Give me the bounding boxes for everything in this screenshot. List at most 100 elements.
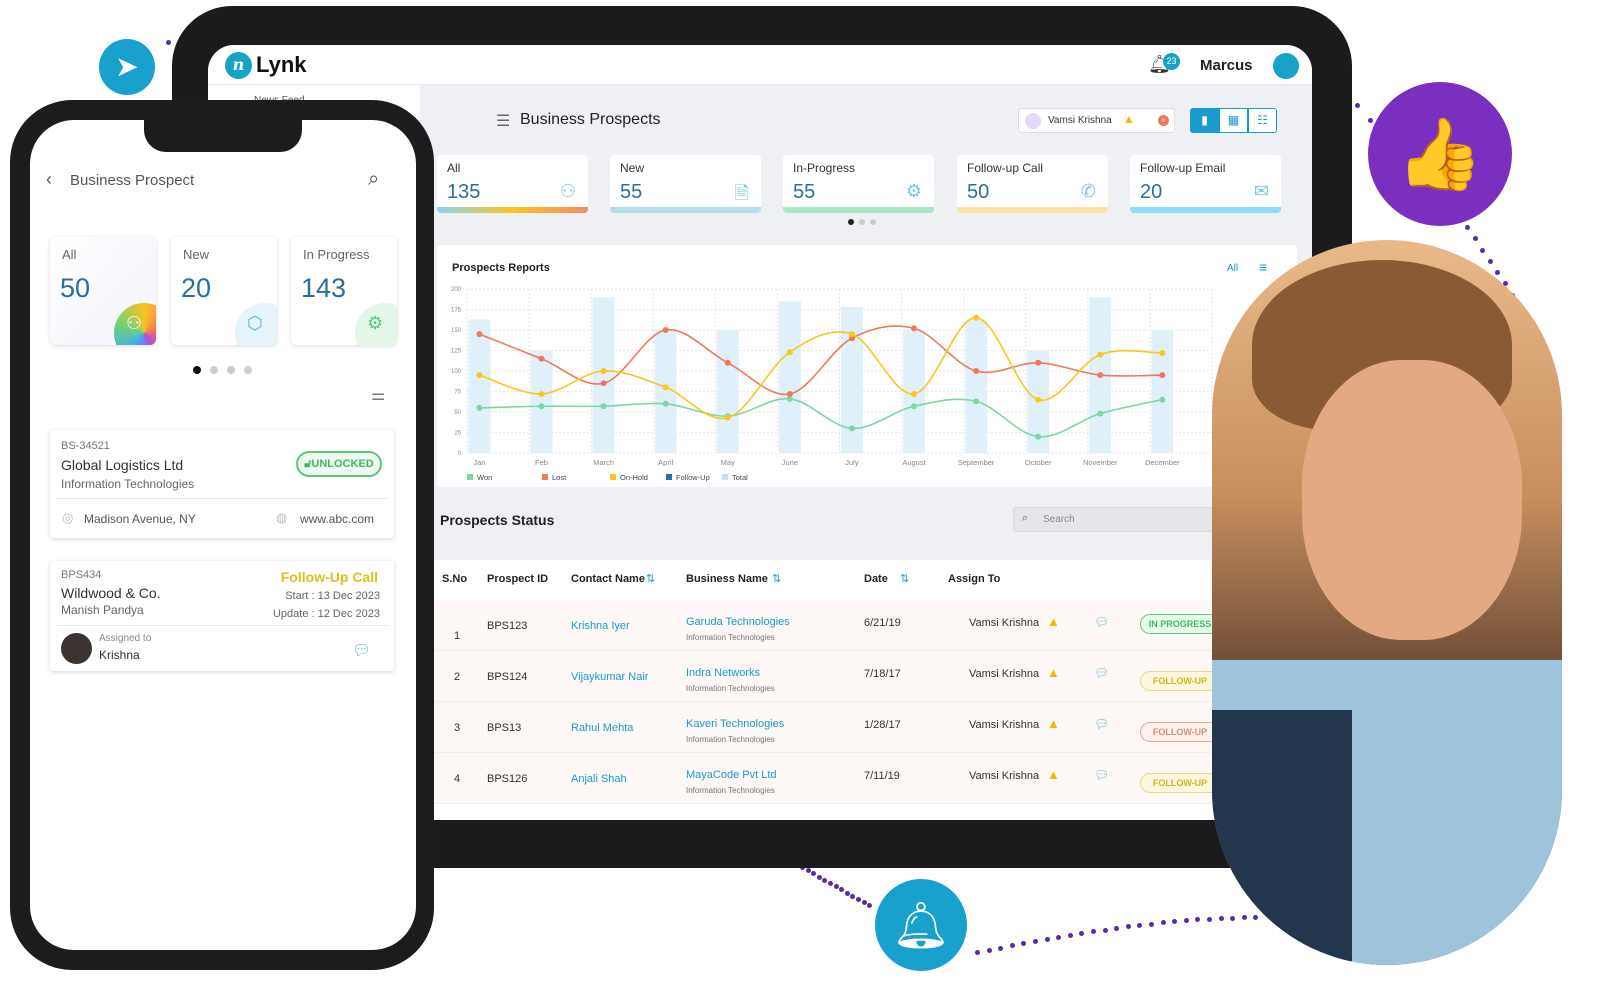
card-contact: Manish Pandya [61, 603, 144, 617]
card-website[interactable]: www.abc.com [300, 512, 374, 526]
dot [998, 945, 1004, 951]
row-business-link[interactable]: MayaCode Pvt Ltd [686, 769, 777, 781]
phone-notch [144, 110, 302, 152]
x-tick-label: August [902, 458, 926, 467]
person-photo [1212, 240, 1562, 965]
point-won [1159, 396, 1166, 403]
row-sno: 1 [454, 630, 461, 642]
carousel-dot-active[interactable] [193, 366, 201, 374]
status-pill[interactable]: IN PROGRESS [1140, 614, 1220, 634]
x-tick-label: Jan [473, 458, 485, 467]
kpi-card-follow-up-email[interactable]: Follow-up Email 20 ✉ [1130, 155, 1281, 213]
filter-chip[interactable]: Vamsi Krishna ▲ × [1018, 108, 1175, 133]
column-header[interactable]: Contact Name [571, 573, 645, 585]
table-row[interactable]: 3 BPS13 Rahul Mehta Kaveri Technologies … [434, 702, 1234, 753]
dot [1487, 258, 1493, 264]
kpi-value: 50 [967, 181, 990, 203]
row-prospect-id: BPS123 [487, 620, 528, 632]
view-grid-button[interactable]: ▦ [1219, 108, 1248, 133]
legend-label: Won [477, 473, 492, 482]
carousel-dot[interactable] [870, 219, 876, 225]
row-assignee: Vamsi Krishna [969, 617, 1040, 629]
status-pill[interactable]: FOLLOW-UP [1140, 773, 1220, 793]
kpi-card-follow-up-call[interactable]: Follow-up Call 50 ✆ [957, 155, 1108, 213]
prospects-report-panel: Prospects Reports All ≡ 0 25 50 75 100 125 150… [437, 245, 1297, 487]
prospect-card[interactable]: BS-34521 Global Logistics Ltd Informatio… [50, 430, 394, 538]
kpi-icon: ⚙ [355, 303, 397, 345]
column-header[interactable]: Date [864, 573, 888, 585]
kpi-bar [957, 207, 1108, 213]
column-header[interactable]: Business Name [686, 573, 768, 585]
sort-icon[interactable]: ⇅ [772, 572, 781, 585]
sort-icon[interactable]: ⇅ [646, 572, 655, 585]
warning-icon: ▲ [1047, 767, 1060, 782]
chat-icon[interactable]: 💬︎ [1094, 615, 1109, 629]
row-contact-link[interactable]: Krishna Iyer [571, 620, 630, 632]
bar-total [468, 319, 491, 453]
carousel-dot[interactable] [244, 366, 252, 374]
view-list-button[interactable]: ☷ [1248, 108, 1277, 133]
prospect-card[interactable]: BPS434 Wildwood & Co. Manish Pandya Foll… [50, 561, 394, 671]
row-business-link[interactable]: Kaveri Technologies [686, 718, 784, 730]
legend-swatch [467, 474, 473, 480]
carousel-dot[interactable] [227, 366, 235, 374]
carousel-dot[interactable] [859, 219, 865, 225]
row-contact-link[interactable]: Anjali Shah [571, 773, 627, 785]
back-icon[interactable]: ‹ [46, 169, 52, 190]
user-avatar[interactable] [1273, 53, 1299, 79]
point-lost [476, 331, 483, 338]
point-lost [973, 368, 980, 374]
bell-badge-icon: 🔔︎ [875, 879, 967, 971]
kpi-value: 20 [1140, 181, 1163, 203]
chat-icon[interactable]: 💬︎ [1094, 717, 1109, 731]
x-tick-label: October [1025, 458, 1052, 467]
table-row[interactable]: 4 BPS126 Anjali Shah MayaCode Pvt Ltd In… [434, 753, 1234, 804]
mobile-kpi-card[interactable]: New 20 ⬡ [171, 237, 277, 345]
point-won [600, 403, 607, 410]
column-header: Prospect ID [487, 573, 549, 585]
kpi-label: All [447, 161, 461, 175]
row-contact-link[interactable]: Rahul Mehta [571, 722, 633, 734]
point-on-hold [476, 372, 483, 379]
chat-icon[interactable]: 💬︎ [1094, 768, 1109, 782]
sort-icon[interactable]: ⇅ [900, 572, 909, 585]
mobile-search-icon[interactable]: ⌕ [368, 168, 379, 191]
remove-chip-icon[interactable]: × [1158, 115, 1169, 126]
x-tick-label: November [1083, 458, 1118, 467]
row-industry: Information Technologies [686, 786, 775, 795]
dot [1056, 935, 1062, 941]
y-tick-label: 150 [451, 328, 462, 334]
mobile-kpi-card[interactable]: All 50 ⚇ [50, 237, 156, 345]
user-name[interactable]: Marcus [1200, 57, 1253, 74]
chat-icon[interactable]: 💬︎ [1094, 666, 1109, 680]
point-lost [1159, 372, 1166, 379]
row-business-link[interactable]: Indra Networks [686, 667, 760, 679]
view-chart-button[interactable]: ▮ [1190, 108, 1219, 133]
row-industry: Information Technologies [686, 633, 775, 642]
x-tick-label: May [721, 458, 735, 467]
row-business-link[interactable]: Garuda Technologies [686, 616, 790, 628]
table-row[interactable]: 1 BPS123 Krishna Iyer Garuda Technologie… [434, 600, 1234, 651]
kpi-card-in-progress[interactable]: In-Progress 55 ⚙ [783, 155, 934, 213]
kpi-card-all[interactable]: All 135 ⚇ [437, 155, 588, 213]
row-industry: Information Technologies [686, 684, 775, 693]
bar-total [778, 301, 801, 453]
card-status: Follow-Up Call [280, 569, 378, 585]
dot [166, 40, 171, 45]
status-pill[interactable]: FOLLOW-UP [1140, 671, 1220, 691]
bar-total [592, 297, 615, 453]
row-contact-link[interactable]: Vijaykumar Nair [571, 671, 648, 683]
carousel-dot-active[interactable] [848, 219, 854, 225]
sliders-icon[interactable]: ⚌ [371, 385, 385, 405]
mobile-kpi-card[interactable]: In Progress 143 ⚙ [291, 237, 397, 345]
chat-icon[interactable]: 💬︎ [352, 641, 371, 659]
y-tick-label: 75 [454, 390, 461, 396]
kpi-card-new[interactable]: New 55 🗎 [610, 155, 761, 213]
row-prospect-id: BPS126 [487, 773, 528, 785]
table-row[interactable]: 2 BPS124 Vijaykumar Nair Indra Networks … [434, 651, 1234, 702]
phone-icon: ✆ [1080, 181, 1096, 201]
status-table: S.No Prospect ID Contact Name Business Name… [434, 560, 1312, 820]
carousel-dot[interactable] [210, 366, 218, 374]
status-pill[interactable]: FOLLOW-UP [1140, 722, 1220, 742]
row-sno: 4 [454, 773, 461, 785]
